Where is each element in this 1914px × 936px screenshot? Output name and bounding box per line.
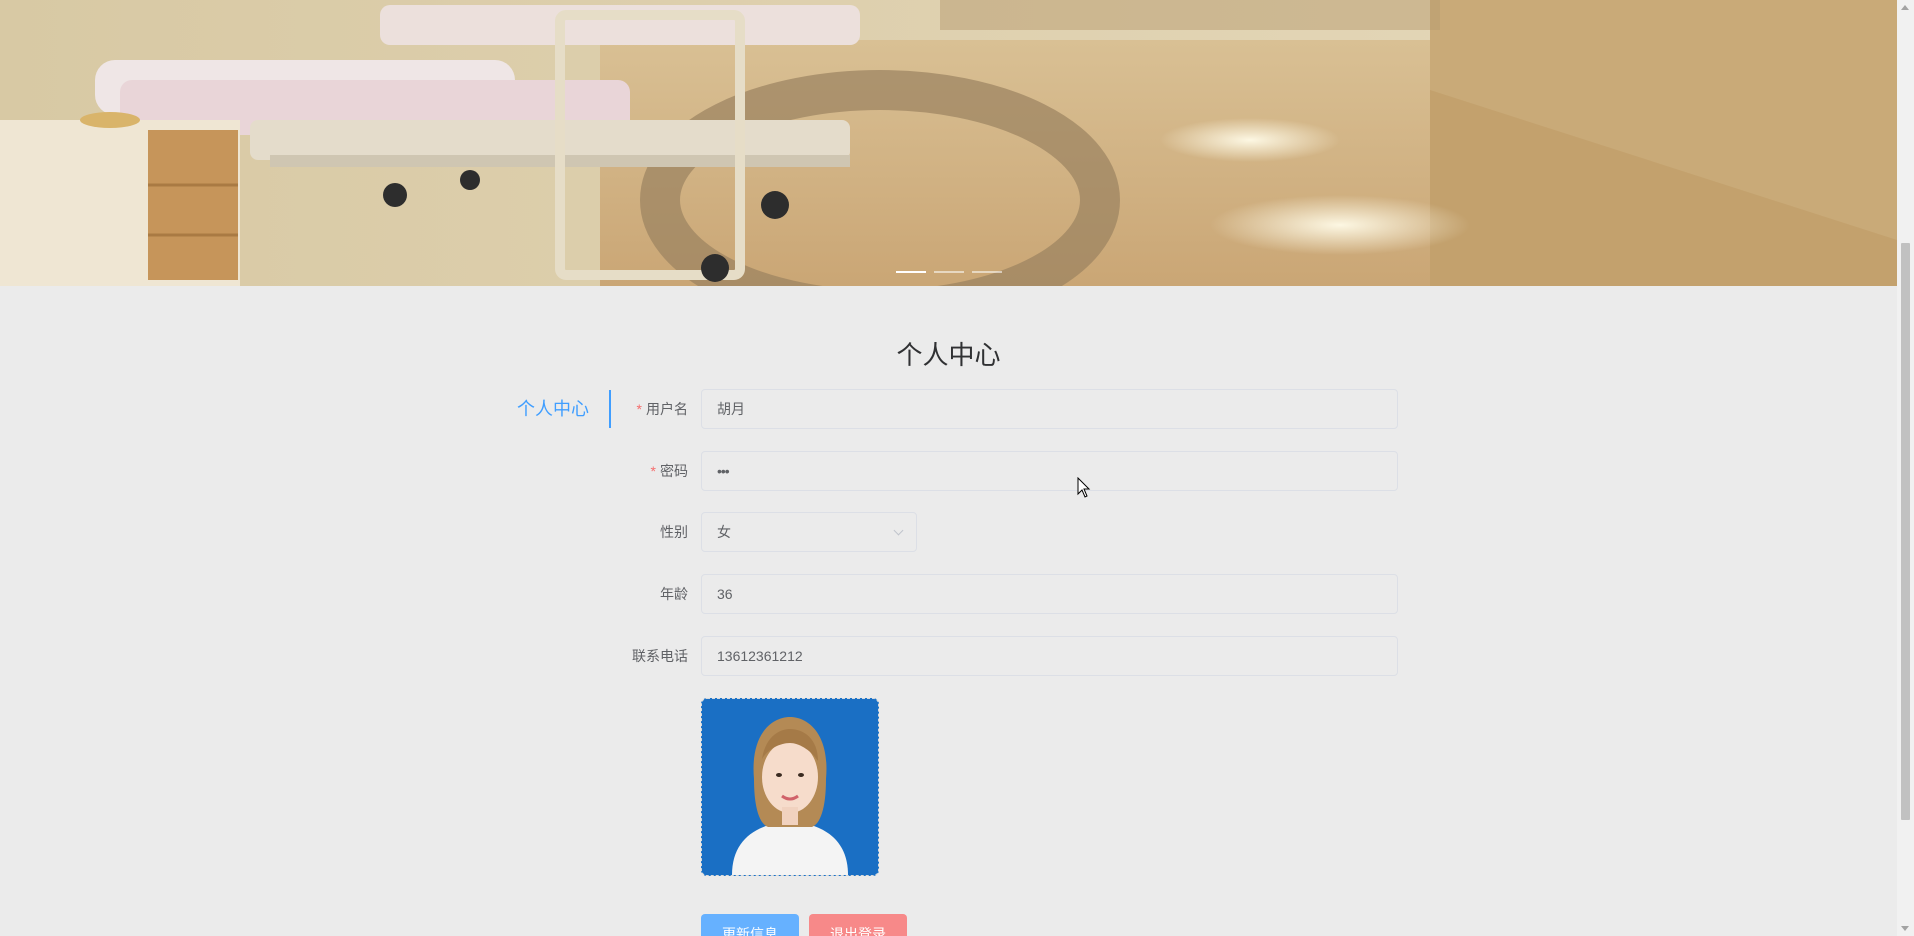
required-star: * xyxy=(636,401,642,417)
required-star: * xyxy=(650,463,656,479)
age-input[interactable]: 36 xyxy=(701,574,1398,614)
avatar-upload[interactable] xyxy=(701,698,879,876)
page-root: 个人中心 个人中心 * 用户名 胡月 * 密码 ••• 性别 女 年龄 36 联系电… xyxy=(0,0,1914,936)
username-label-text: 用户名 xyxy=(646,401,688,417)
gender-selected-value: 女 xyxy=(717,524,731,540)
username-input[interactable]: 胡月 xyxy=(701,389,1398,429)
age-label: 年龄 xyxy=(600,574,688,614)
logout-button[interactable]: 退出登录 xyxy=(809,914,907,936)
carousel-indicator-3[interactable] xyxy=(971,271,1002,273)
carousel-indicator-1[interactable] xyxy=(895,271,926,273)
gender-label-text: 性别 xyxy=(660,524,688,540)
age-label-text: 年龄 xyxy=(660,586,688,602)
gender-label: 性别 xyxy=(600,512,688,552)
scroll-up-icon[interactable] xyxy=(1901,5,1909,10)
avatar xyxy=(702,699,878,875)
phone-input[interactable]: 13612361212 xyxy=(701,636,1398,676)
carousel-indicators xyxy=(0,271,1897,273)
password-label-text: 密码 xyxy=(660,463,688,479)
password-input[interactable]: ••• xyxy=(701,451,1398,491)
phone-label-text: 联系电话 xyxy=(632,648,688,664)
side-tab-personal-center[interactable]: 个人中心 xyxy=(505,390,611,428)
banner-carousel[interactable] xyxy=(0,0,1897,286)
scrollbar-thumb[interactable] xyxy=(1901,243,1910,820)
scroll-down-icon[interactable] xyxy=(1901,926,1909,931)
banner-image xyxy=(0,0,1897,286)
chevron-down-icon xyxy=(893,525,904,536)
page-title: 个人中心 xyxy=(896,340,1001,370)
phone-label: 联系电话 xyxy=(600,636,688,676)
page-scrollbar[interactable] xyxy=(1897,0,1914,936)
mouse-cursor-icon xyxy=(1077,477,1091,498)
password-label: * 密码 xyxy=(600,451,688,491)
username-label: * 用户名 xyxy=(600,389,688,429)
gender-select[interactable]: 女 xyxy=(701,512,917,552)
carousel-indicator-2[interactable] xyxy=(933,271,964,273)
update-info-button[interactable]: 更新信息 xyxy=(701,914,799,936)
